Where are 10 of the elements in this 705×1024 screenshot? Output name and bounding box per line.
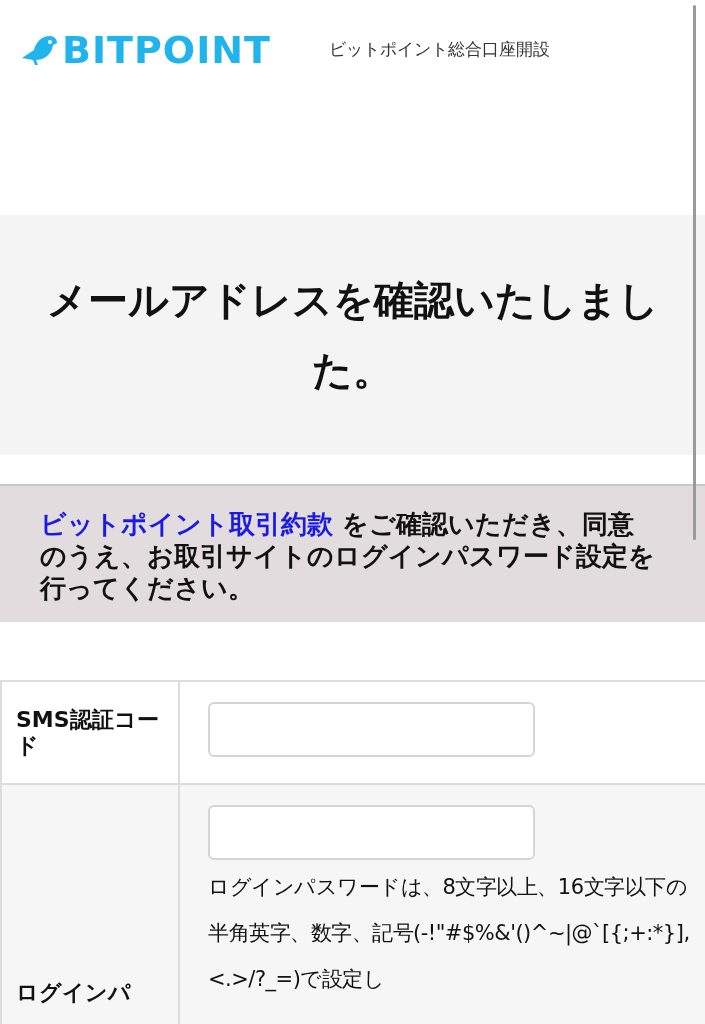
- terms-link[interactable]: ビットポイント取引約款: [40, 509, 333, 539]
- help-text: ログインパスワードは、8文字以上、16文字以下の半角英字、数字、記号(-!"#$%&'()^~|@`[{;+:*}],<.>/?_=)で設定し: [208, 874, 691, 994]
- page-heading: メールアドレスを確認いたしました。: [45, 276, 660, 395]
- logo-text: BITPOINT: [62, 31, 272, 69]
- notice-text: ビットポイント取引約款 をご確認いただき、同意のうえ、お取引サイトのログインパスワード設定を行ってください。: [40, 508, 655, 604]
- input-field[interactable]: [208, 702, 535, 757]
- field-label: SMS認証コード: [16, 706, 160, 759]
- field-label: ログインパ: [16, 980, 131, 1007]
- input-field[interactable]: [208, 805, 535, 860]
- page-subtitle: ビットポイント総合口座開設: [329, 38, 551, 62]
